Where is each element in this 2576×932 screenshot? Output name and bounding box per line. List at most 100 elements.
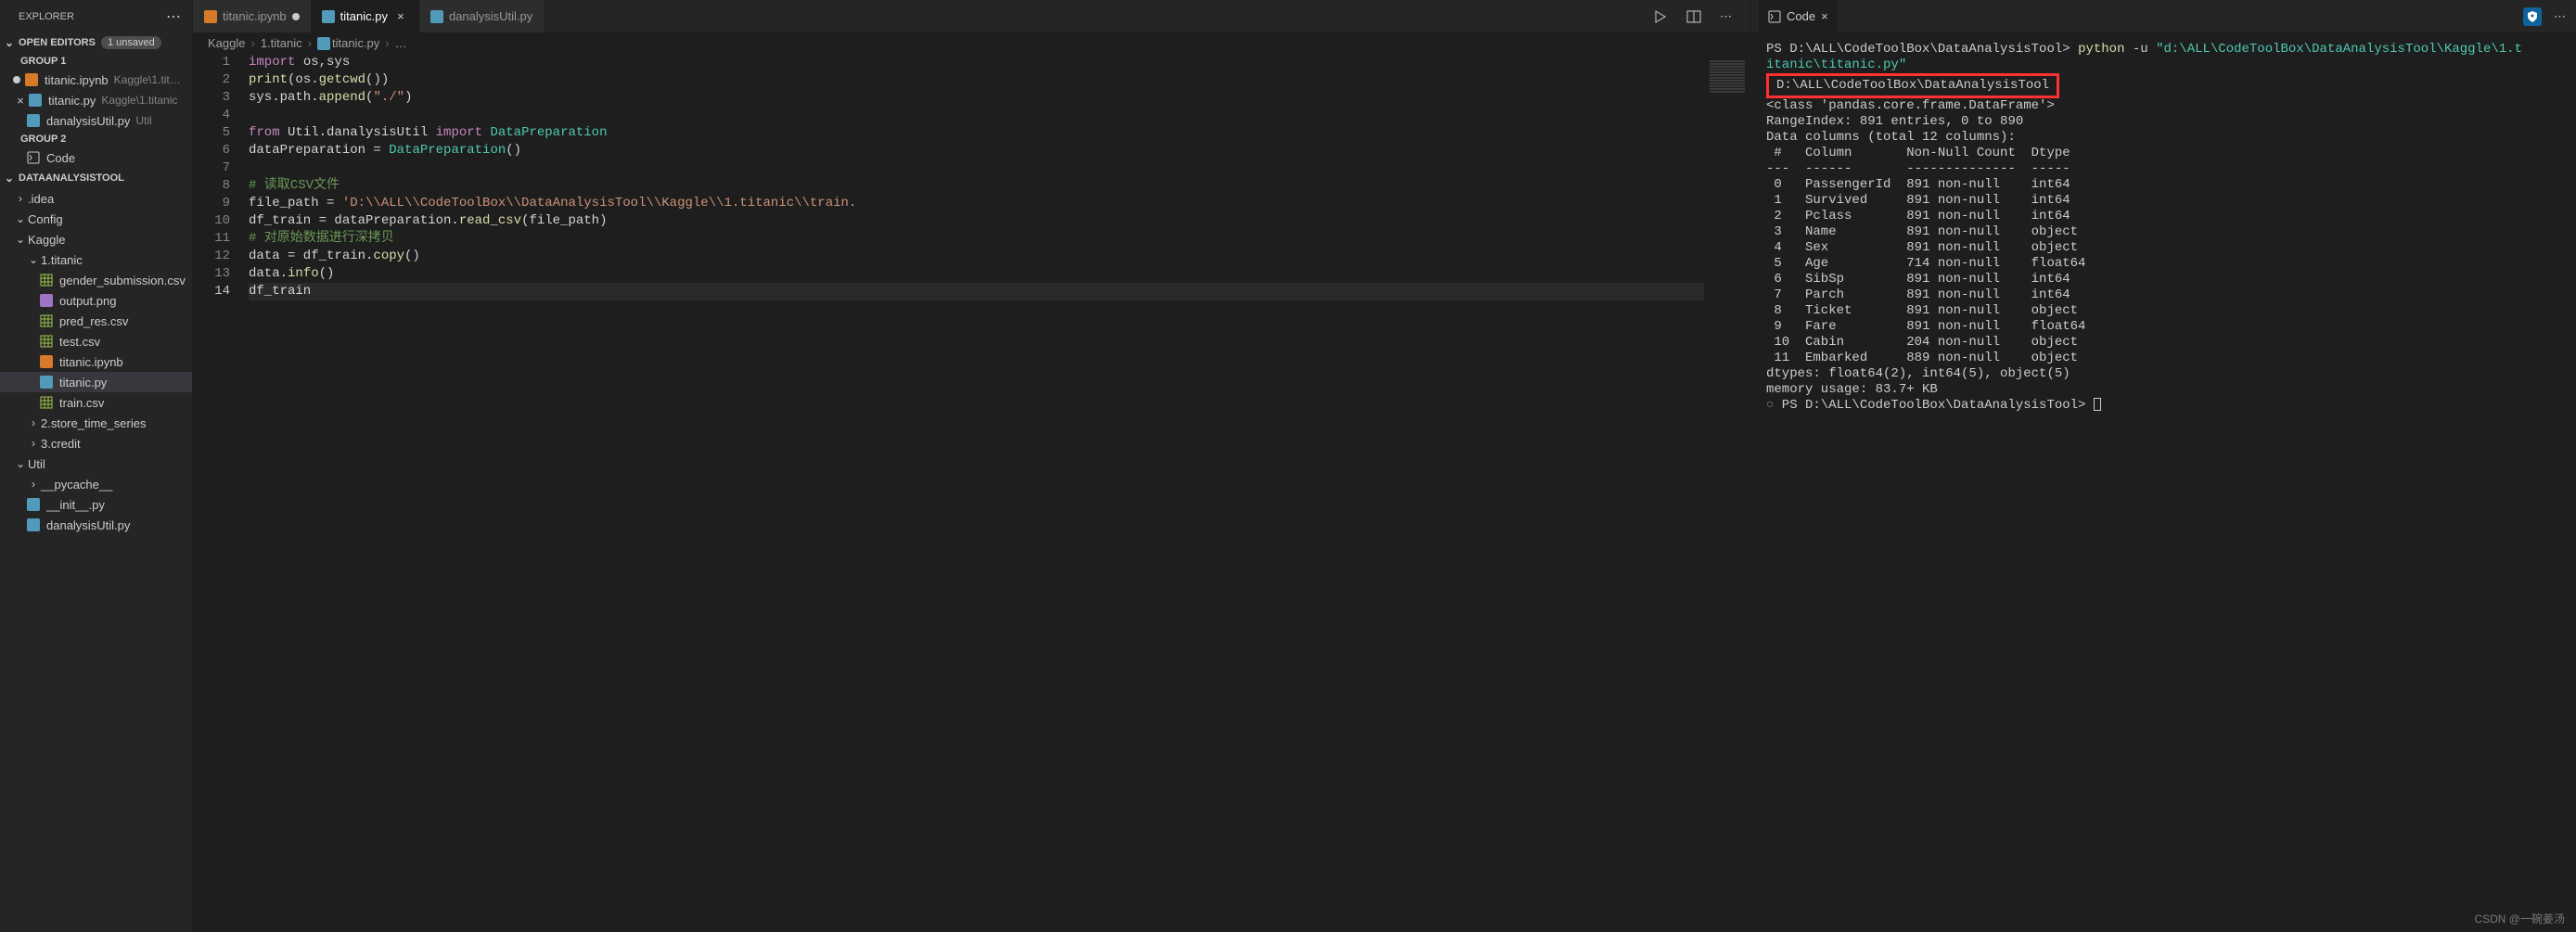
file-item[interactable]: titanic.py xyxy=(0,372,192,392)
py-icon xyxy=(39,376,54,389)
file-name: pred_res.csv xyxy=(59,314,128,328)
chevron-right-icon: › xyxy=(250,36,254,50)
tab-titanic-ipynb[interactable]: titanic.ipynb xyxy=(193,0,311,32)
file-name: titanic.ipynb xyxy=(59,355,123,369)
close-icon[interactable]: × xyxy=(393,9,408,23)
folder-name: .idea xyxy=(28,192,54,206)
code-editor[interactable]: 1234567891011121314 import os,sysprint(o… xyxy=(193,54,1750,932)
explorer-title: EXPLORER xyxy=(19,11,74,22)
file-path: Util xyxy=(135,114,151,127)
group2-label: GROUP 2 xyxy=(0,131,192,147)
file-item[interactable]: output.png xyxy=(0,290,192,311)
tab-label: danalysisUtil.py xyxy=(449,9,532,23)
folder-1titanic[interactable]: ⌄1.titanic xyxy=(0,249,192,270)
folder-name: Config xyxy=(28,212,63,226)
folder-store-time-series[interactable]: ›2.store_time_series xyxy=(0,413,192,433)
minimap[interactable] xyxy=(1704,54,1750,932)
split-editor-icon[interactable] xyxy=(1683,6,1705,28)
file-name: titanic.ipynb xyxy=(45,73,109,87)
open-editors-label: OPEN EDITORS xyxy=(19,37,96,48)
more-actions-icon[interactable]: ⋯ xyxy=(2551,6,2569,27)
folder-kaggle[interactable]: ⌄Kaggle xyxy=(0,229,192,249)
close-icon[interactable]: × xyxy=(1821,9,1828,23)
group1-label: GROUP 1 xyxy=(0,53,192,70)
breadcrumb-item[interactable]: Kaggle xyxy=(208,36,245,50)
csv-icon xyxy=(39,335,54,348)
csv-icon xyxy=(39,274,54,287)
explorer-sidebar: EXPLORER ⋯ ⌄ OPEN EDITORS 1 unsaved GROU… xyxy=(0,0,193,932)
file-item[interactable]: titanic.ipynb xyxy=(0,351,192,372)
file-path: Kaggle\1.titanic xyxy=(101,94,177,107)
folder-util[interactable]: ⌄Util xyxy=(0,453,192,474)
close-icon[interactable]: × xyxy=(13,94,28,108)
tab-danalysisutil-py[interactable]: danalysisUtil.py xyxy=(419,0,544,32)
chevron-down-icon: ⌄ xyxy=(13,457,28,470)
open-editor-item[interactable]: titanic.ipynb Kaggle\1.tit… xyxy=(0,70,192,90)
chevron-down-icon: ⌄ xyxy=(2,172,17,185)
run-icon[interactable] xyxy=(1649,6,1672,28)
folder-3credit[interactable]: ›3.credit xyxy=(0,433,192,453)
python-icon xyxy=(26,498,41,511)
file-item[interactable]: train.csv xyxy=(0,392,192,413)
workspace-label: DATAANALYSISTOOL xyxy=(19,172,124,184)
file-tree: ›.idea ⌄Config ⌄Kaggle ⌄1.titanic gender… xyxy=(0,188,192,535)
shield-icon[interactable] xyxy=(2523,7,2542,26)
python-icon xyxy=(28,94,43,107)
file-item[interactable]: test.csv xyxy=(0,331,192,351)
workspace-section[interactable]: ⌄ DATAANALYSISTOOL xyxy=(0,168,192,188)
terminal-output[interactable]: PS D:\ALL\CodeToolBox\DataAnalysisTool> … xyxy=(1751,32,2576,932)
breadcrumb-item[interactable]: titanic.py xyxy=(332,36,379,50)
csv-icon xyxy=(39,314,54,327)
tab-label: titanic.ipynb xyxy=(223,9,287,23)
open-editor-item[interactable]: Code xyxy=(0,147,192,168)
file-item[interactable]: pred_res.csv xyxy=(0,311,192,331)
right-panel: Code × ⋯ PS D:\ALL\CodeToolBox\DataAnaly… xyxy=(1750,0,2576,932)
sidebar-header: EXPLORER ⋯ xyxy=(0,0,192,32)
breadcrumb-item[interactable]: 1.titanic xyxy=(261,36,302,50)
file-name: test.csv xyxy=(59,335,100,349)
folder-pycache[interactable]: ›__pycache__ xyxy=(0,474,192,494)
panel-tabs: Code × ⋯ xyxy=(1751,0,2576,32)
open-editor-item[interactable]: × titanic.py Kaggle\1.titanic xyxy=(0,90,192,110)
chevron-right-icon: › xyxy=(26,478,41,491)
folder-name: 3.credit xyxy=(41,437,81,451)
line-number-gutter: 1234567891011121314 xyxy=(193,54,249,932)
file-name: titanic.py xyxy=(48,94,96,108)
folder-name: __pycache__ xyxy=(41,478,112,492)
python-icon xyxy=(317,37,330,50)
more-actions-icon[interactable]: ⋯ xyxy=(162,6,185,28)
dirty-dot-icon xyxy=(292,13,300,20)
csv-icon xyxy=(39,396,54,409)
folder-config[interactable]: ⌄Config xyxy=(0,209,192,229)
file-name: gender_submission.csv xyxy=(59,274,186,287)
python-icon xyxy=(26,518,41,531)
chevron-right-icon: › xyxy=(308,36,312,50)
chevron-down-icon: ⌄ xyxy=(13,233,28,246)
file-name: danalysisUtil.py xyxy=(46,114,130,128)
open-editor-item[interactable]: danalysisUtil.py Util xyxy=(0,110,192,131)
panel-tab-code[interactable]: Code × xyxy=(1759,0,1838,32)
editor-actions: ⋯ xyxy=(1649,6,1743,28)
watermark: CSDN @一碗姜汤 xyxy=(2474,911,2565,926)
file-name: titanic.py xyxy=(59,376,107,389)
folder-name: Util xyxy=(28,457,45,471)
file-item[interactable]: gender_submission.csv xyxy=(0,270,192,290)
file-danalysisutil-py[interactable]: danalysisUtil.py xyxy=(0,515,192,535)
tab-titanic-py[interactable]: titanic.py × xyxy=(311,0,419,32)
breadcrumb-item: … xyxy=(395,36,407,50)
panel-actions: ⋯ xyxy=(2523,6,2569,27)
python-icon xyxy=(26,114,41,127)
editor-area: titanic.ipynb titanic.py × danalysisUtil… xyxy=(193,0,1750,932)
folder-idea[interactable]: ›.idea xyxy=(0,188,192,209)
terminal-icon xyxy=(26,151,41,164)
file-init-py[interactable]: __init__.py xyxy=(0,494,192,515)
panel-tab-label: Code xyxy=(1787,9,1815,23)
folder-name: 2.store_time_series xyxy=(41,416,146,430)
nb-icon xyxy=(39,355,54,368)
more-actions-icon[interactable]: ⋯ xyxy=(1716,6,1736,28)
unsaved-badge: 1 unsaved xyxy=(101,36,161,49)
open-editors-section[interactable]: ⌄ OPEN EDITORS 1 unsaved xyxy=(0,32,192,53)
notebook-icon xyxy=(24,73,39,86)
code-content[interactable]: import os,sysprint(os.getcwd())sys.path.… xyxy=(249,54,1704,932)
breadcrumb[interactable]: Kaggle› 1.titanic› titanic.py› … xyxy=(193,32,1750,54)
